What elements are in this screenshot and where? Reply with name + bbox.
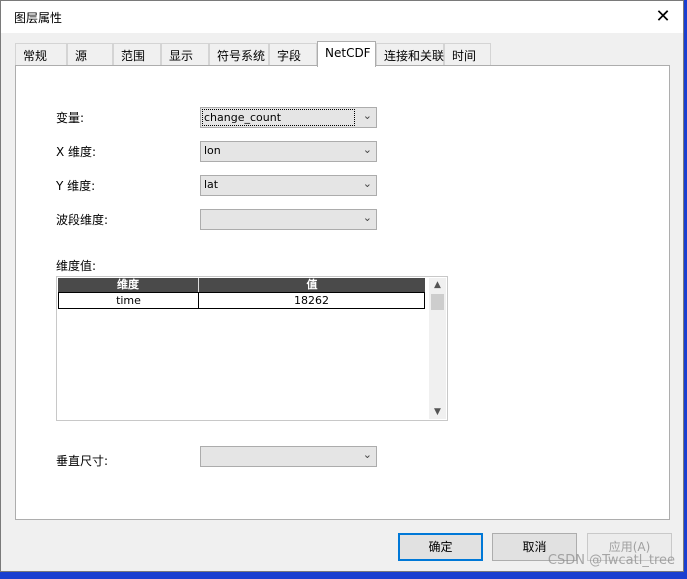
- watermark: CSDN @Twcatl_tree: [547, 553, 675, 568]
- band-dimension-select[interactable]: ⌄: [200, 209, 377, 230]
- variable-select[interactable]: change_count ⌄: [200, 107, 377, 128]
- vertical-dimension-select[interactable]: ⌄: [200, 446, 377, 467]
- cell-value[interactable]: 18262: [199, 293, 424, 308]
- scroll-up-icon[interactable]: ▲: [429, 278, 446, 292]
- tab-general[interactable]: 常规: [15, 43, 67, 65]
- cell-dimension: time: [116, 294, 141, 307]
- chevron-down-icon: ⌄: [362, 177, 372, 190]
- column-header-dimension[interactable]: 维度: [58, 278, 198, 292]
- chevron-down-icon: ⌄: [362, 143, 372, 156]
- scroll-thumb[interactable]: [431, 294, 444, 310]
- x-dimension-select[interactable]: lon ⌄: [200, 141, 377, 162]
- tab-display[interactable]: 显示: [161, 43, 209, 65]
- window-title: 图层属性: [14, 11, 63, 25]
- tab-symbology[interactable]: 符号系统: [209, 43, 269, 65]
- tab-source[interactable]: 源: [67, 43, 113, 65]
- ok-button[interactable]: 确定: [398, 533, 483, 561]
- dimension-values-label: 维度值:: [56, 259, 97, 273]
- vertical-dimension-label: 垂直尺寸:: [56, 454, 109, 468]
- chevron-down-icon: ⌄: [362, 211, 372, 224]
- layer-properties-dialog: 图层属性 ✕ 常规 源 范围 显示 符号系统 字段 NetCDF 连接和关联 时…: [0, 0, 684, 572]
- grid-header: 维度 值: [58, 278, 425, 292]
- tab-extent[interactable]: 范围: [113, 43, 161, 65]
- x-dimension-label: X 维度:: [56, 145, 97, 159]
- column-header-value[interactable]: 值: [199, 278, 425, 292]
- table-row[interactable]: time 18262: [58, 292, 425, 309]
- tab-joins-relates[interactable]: 连接和关联: [376, 43, 444, 65]
- tab-fields[interactable]: 字段: [269, 43, 317, 65]
- close-icon[interactable]: ✕: [651, 5, 675, 29]
- scroll-down-icon[interactable]: ▼: [429, 405, 446, 419]
- y-dimension-select[interactable]: lat ⌄: [200, 175, 377, 196]
- vertical-scrollbar[interactable]: ▲ ▼: [429, 278, 446, 419]
- title-bar: 图层属性 ✕: [1, 1, 683, 33]
- tab-netcdf[interactable]: NetCDF: [317, 41, 376, 67]
- y-dimension-value: lat: [204, 178, 219, 191]
- x-dimension-value: lon: [204, 144, 221, 157]
- variable-label: 变量:: [56, 111, 85, 125]
- y-dimension-label: Y 维度:: [56, 179, 96, 193]
- tab-time[interactable]: 时间: [444, 43, 491, 65]
- dimension-values-grid[interactable]: 维度 值 time 18262 ▲ ▼: [56, 276, 448, 421]
- chevron-down-icon: ⌄: [362, 448, 372, 461]
- variable-value: change_count: [202, 109, 355, 126]
- netcdf-panel: 变量: change_count ⌄ X 维度: lon ⌄ Y 维度: lat…: [15, 65, 670, 520]
- chevron-down-icon: ⌄: [362, 109, 372, 122]
- band-dimension-label: 波段维度:: [56, 213, 109, 227]
